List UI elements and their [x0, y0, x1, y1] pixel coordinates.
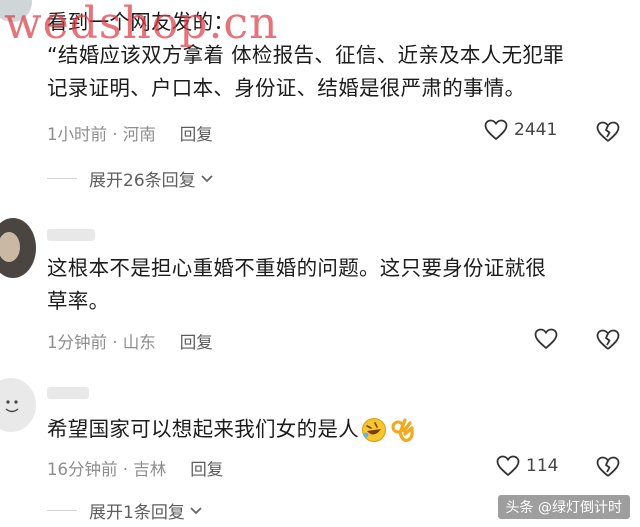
comment-line: 这根本不是担心重婚不重婚的问题。这只要身份证就很 [47, 256, 547, 280]
avatar[interactable] [0, 218, 36, 278]
comment-meta: 1分钟前 · 山东 回复 [47, 329, 213, 353]
avatar[interactable] [0, 378, 36, 432]
reply-button[interactable]: 回复 [190, 460, 223, 479]
dislike-button[interactable] [596, 121, 620, 147]
expand-replies[interactable]: 展开1条回复 [47, 498, 203, 523]
comment-text: 这根本不是担心重婚不重婚的问题。这只要身份证就很 草率。 [47, 252, 627, 318]
like-button[interactable] [534, 328, 564, 350]
expand-replies-label: 展开1条回复 [89, 503, 185, 523]
username[interactable] [47, 229, 95, 241]
reply-button[interactable]: 回复 [180, 333, 213, 352]
chevron-down-icon [189, 501, 203, 521]
dislike-button[interactable] [596, 329, 620, 355]
rofl-emoji [362, 417, 386, 442]
broken-heart-icon [596, 329, 620, 350]
comment-line: 记录证明、户口本、身份证、结婚是很严肃的事情。 [47, 76, 526, 100]
watermark: wedshop.cn [4, 0, 279, 49]
like-count: 2441 [514, 120, 558, 140]
username[interactable] [47, 387, 89, 399]
broken-heart-icon [596, 121, 620, 142]
comment-time-location: 1分钟前 · 山东 [47, 333, 156, 352]
comment-time-location: 16分钟前 · 吉林 [47, 460, 167, 479]
chevron-down-icon [200, 169, 214, 189]
expand-replies-label: 展开26条回复 [89, 171, 196, 191]
expand-replies[interactable]: 展开26条回复 [47, 166, 214, 191]
comment-line: 希望国家可以想起来我们女的是人 [47, 417, 359, 441]
comment-meta: 1小时前 · 河南 回复 [47, 121, 213, 145]
like-count: 114 [526, 456, 559, 476]
reply-button[interactable]: 回复 [180, 125, 213, 144]
smile-face-icon [5, 400, 19, 413]
heart-icon [534, 328, 558, 350]
divider [47, 510, 77, 511]
like-button[interactable]: 114 [496, 455, 558, 477]
divider [47, 178, 77, 179]
ok-hand-emoji [391, 417, 414, 442]
comment-time-location: 1小时前 · 河南 [47, 125, 156, 144]
heart-icon [484, 119, 508, 141]
comment-line: 草率。 [47, 289, 110, 313]
comment-text: 希望国家可以想起来我们女的是人 [47, 413, 607, 446]
broken-heart-icon [596, 456, 620, 477]
footer-watermark: 头条 @绿灯倒计时 [497, 495, 630, 519]
heart-icon [496, 455, 520, 477]
dislike-button[interactable] [596, 456, 620, 482]
comment-meta: 16分钟前 · 吉林 回复 [47, 456, 223, 480]
like-button[interactable]: 2441 [484, 119, 557, 141]
